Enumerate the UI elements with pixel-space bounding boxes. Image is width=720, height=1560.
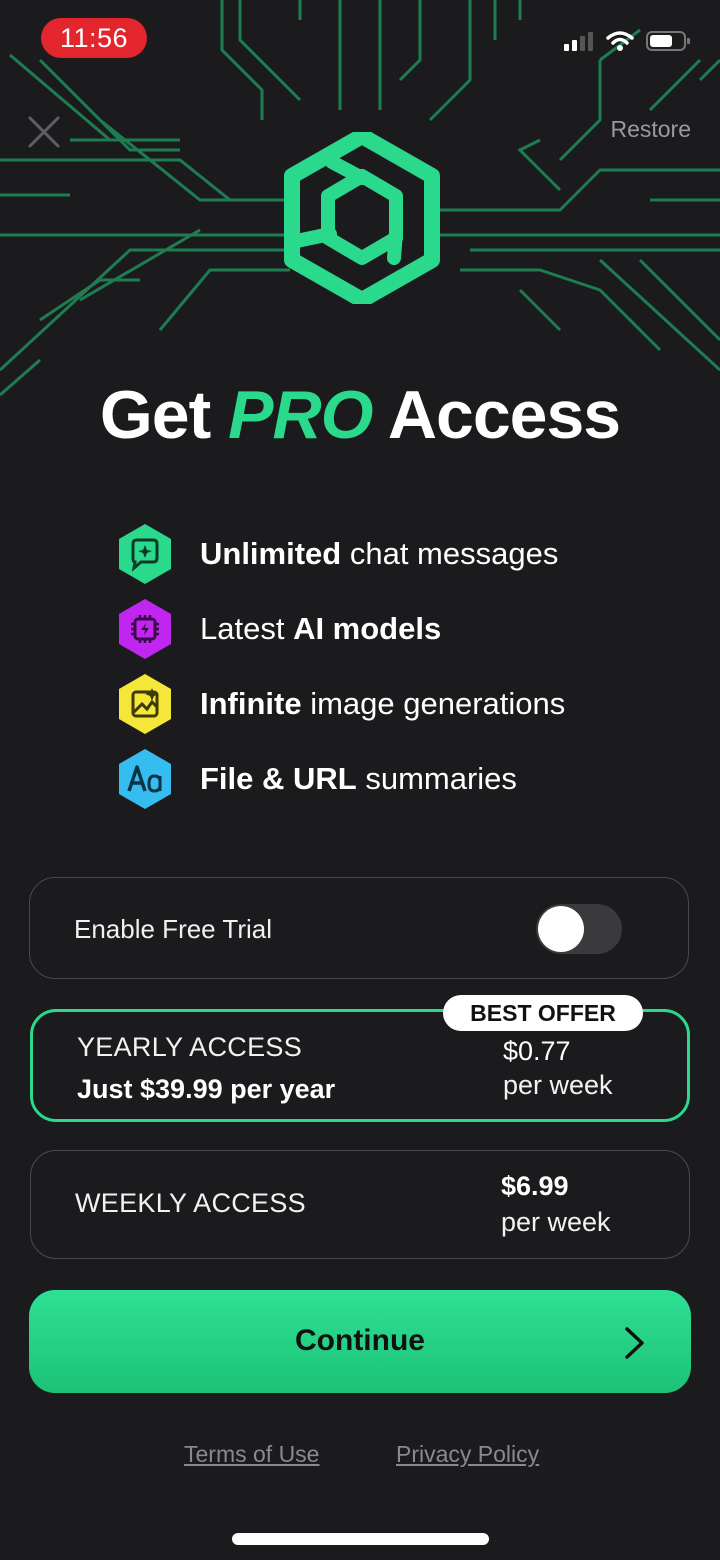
yearly-plan-option[interactable]: BEST OFFER YEARLY ACCESS Just $39.99 per…: [30, 995, 690, 1122]
free-trial-row[interactable]: Enable Free Trial: [29, 877, 689, 979]
sparkle-chat-icon: [119, 523, 171, 584]
feature-text: Infinite image generations: [200, 685, 566, 721]
wifi-icon: [606, 31, 634, 51]
weekly-price: $6.99: [501, 1171, 569, 1201]
title-highlight: PRO: [228, 377, 373, 453]
weekly-plan-name: WEEKLY ACCESS: [75, 1188, 306, 1218]
yearly-period: per week: [503, 1070, 613, 1100]
status-icons: [564, 30, 692, 52]
continue-button[interactable]: Continue: [29, 1290, 691, 1393]
feature-text: Unlimited chat messages: [200, 535, 559, 571]
terms-of-use-link[interactable]: Terms of Use: [184, 1441, 319, 1468]
battery-icon: [646, 31, 690, 51]
weekly-period: per week: [501, 1207, 611, 1237]
yearly-price: $0.77: [503, 1036, 571, 1066]
chip-icon: [119, 598, 171, 659]
paywall-screen: 11:56 Restore Get PRO Access Unlimited c…: [0, 0, 720, 1560]
app-logo-icon: [284, 132, 440, 304]
title-suffix: Access: [387, 377, 621, 453]
page-title: Get PRO Access: [0, 376, 720, 454]
status-time: 11:56: [41, 18, 147, 58]
title-prefix: Get: [99, 377, 211, 453]
privacy-policy-link[interactable]: Privacy Policy: [396, 1441, 539, 1468]
feature-list: Unlimited chat messages Latest AI models…: [116, 516, 696, 816]
feature-item: Latest AI models: [116, 591, 696, 666]
weekly-plan-option[interactable]: WEEKLY ACCESS $6.99 per week: [30, 1150, 690, 1259]
feature-text: File & URL summaries: [200, 760, 517, 796]
text-aa-icon: [119, 748, 171, 809]
best-offer-badge: BEST OFFER: [443, 995, 643, 1031]
yearly-plan-name: YEARLY ACCESS: [77, 1032, 303, 1062]
free-trial-toggle[interactable]: [536, 904, 622, 954]
feature-item: Infinite image generations: [116, 666, 696, 741]
continue-label: Continue: [295, 1324, 425, 1357]
close-icon[interactable]: [26, 114, 62, 150]
chevron-right-icon: [625, 1327, 644, 1359]
home-indicator[interactable]: [232, 1533, 489, 1545]
feature-item: File & URL summaries: [116, 741, 696, 816]
free-trial-label: Enable Free Trial: [74, 914, 272, 944]
yearly-plan-subtitle: Just $39.99 per year: [77, 1074, 336, 1104]
restore-button[interactable]: Restore: [610, 116, 691, 143]
toggle-knob: [538, 906, 584, 952]
image-sparkle-icon: [119, 673, 171, 734]
feature-text: Latest AI models: [200, 610, 442, 646]
cellular-signal-icon: [564, 32, 593, 51]
feature-item: Unlimited chat messages: [116, 516, 696, 591]
